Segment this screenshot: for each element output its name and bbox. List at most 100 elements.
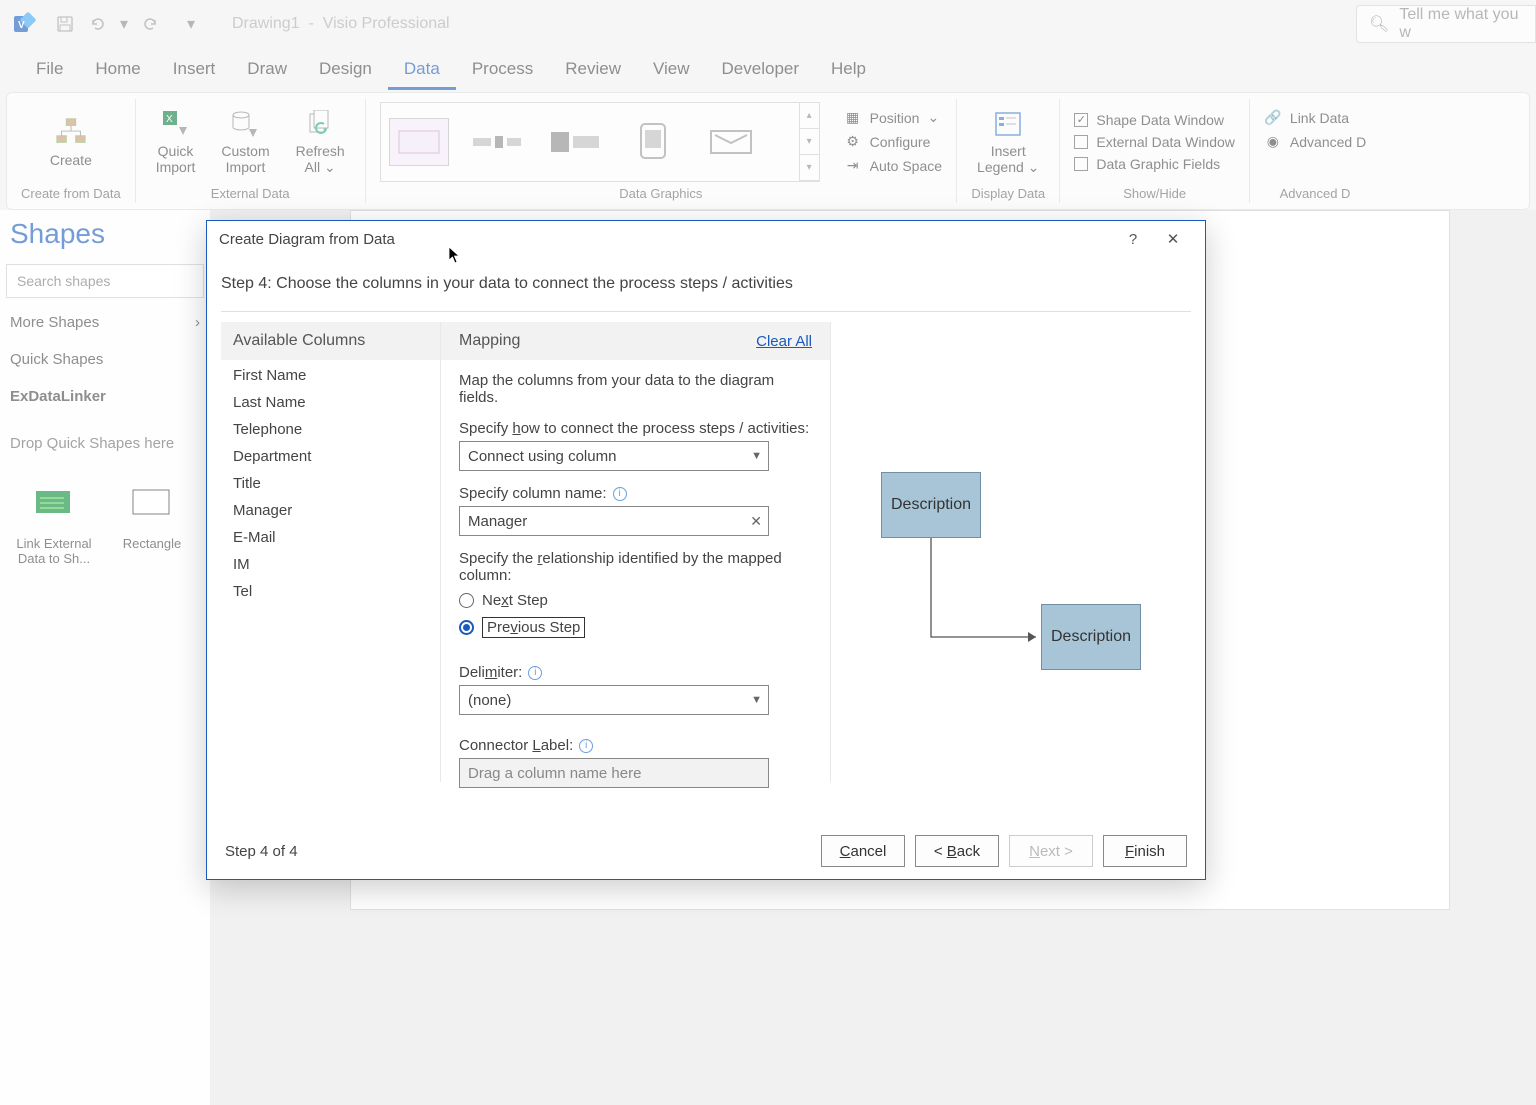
gallery-scrollbar[interactable]: ▴▾▾ (799, 103, 819, 181)
refresh-all-button[interactable]: RefreshAll ⌄ (290, 104, 351, 179)
tab-developer[interactable]: Developer (706, 51, 816, 90)
shape-link-external[interactable]: Link External Data to Sh... (10, 472, 98, 566)
more-shapes-link[interactable]: More Shapes› (0, 304, 210, 341)
column-tel[interactable]: Tel (221, 578, 440, 605)
tab-home[interactable]: Home (79, 51, 156, 90)
tab-insert[interactable]: Insert (157, 51, 232, 90)
tab-draw[interactable]: Draw (231, 51, 303, 90)
quick-import-button[interactable]: X QuickImport (150, 104, 202, 179)
specify-column-label: Specify column name:i (459, 485, 812, 502)
column-email[interactable]: E-Mail (221, 524, 440, 551)
gallery-item-none[interactable] (389, 118, 449, 166)
column-name-field[interactable]: Manager✕ (459, 506, 769, 536)
advanced-data-button[interactable]: ◉Advanced D (1264, 133, 1366, 151)
connect-method-combo[interactable]: Connect using column▼ (459, 441, 769, 471)
save-icon[interactable] (56, 15, 74, 33)
shape-rectangle[interactable]: Rectangle (108, 472, 196, 566)
create-diagram-dialog: Create Diagram from Data ? ✕ Step 4: Cho… (206, 220, 1206, 880)
data-graphics-gallery[interactable]: ▴▾▾ (380, 102, 820, 182)
shape-data-window-checkbox[interactable]: ✓Shape Data Window (1074, 112, 1235, 128)
column-telephone[interactable]: Telephone (221, 416, 440, 443)
specify-relationship-label: Specify the relationship identified by t… (459, 550, 812, 584)
group-external-data: External Data (211, 184, 290, 203)
chevron-down-icon: ▼ (751, 694, 762, 706)
group-show-hide: Show/Hide (1123, 184, 1186, 203)
column-department[interactable]: Department (221, 443, 440, 470)
position-button[interactable]: ▦Position ⌄ (844, 109, 942, 127)
tab-design[interactable]: Design (303, 51, 388, 90)
configure-button[interactable]: ⚙Configure (844, 133, 942, 151)
tab-help[interactable]: Help (815, 51, 882, 90)
delimiter-combo[interactable]: (none)▼ (459, 685, 769, 715)
step-indicator: Step 4 of 4 (225, 843, 298, 860)
exdatalinker-stencil[interactable]: ExDataLinker (0, 378, 210, 415)
tab-review[interactable]: Review (549, 51, 637, 90)
checkbox-checked-icon: ✓ (1074, 113, 1088, 127)
quick-access-toolbar: ▾ ▾ (56, 15, 200, 33)
mapping-header: Mapping (459, 332, 520, 350)
data-graphic-fields-checkbox[interactable]: Data Graphic Fields (1074, 156, 1235, 172)
ribbon-content: Create Create from Data X QuickImport Cu… (6, 92, 1530, 210)
column-last-name[interactable]: Last Name (221, 389, 440, 416)
svg-text:X: X (166, 114, 173, 125)
legend-icon (992, 108, 1024, 140)
gallery-item-5[interactable] (701, 118, 761, 166)
auto-space-icon: ⇥ (844, 157, 862, 175)
quick-shapes-link[interactable]: Quick Shapes (0, 341, 210, 378)
preview-connector (831, 322, 1191, 722)
radio-unchecked-icon (459, 593, 474, 608)
clear-icon[interactable]: ✕ (750, 513, 762, 530)
chevron-down-icon: ▼ (751, 450, 762, 462)
preview-pane: Description Description (831, 322, 1191, 782)
next-step-radio[interactable]: Next Step (459, 592, 812, 609)
undo-icon[interactable] (88, 15, 106, 33)
column-first-name[interactable]: First Name (221, 362, 440, 389)
custom-import-button[interactable]: CustomImport (215, 104, 275, 179)
tab-view[interactable]: View (637, 51, 706, 90)
group-create-from-data: Create from Data (21, 184, 121, 203)
info-icon[interactable]: i (613, 487, 627, 501)
checkbox-icon (1074, 157, 1088, 171)
previous-step-radio[interactable]: Previous Step (459, 617, 812, 638)
info-icon[interactable]: i (528, 666, 542, 680)
cancel-button[interactable]: Cancel (821, 835, 905, 867)
close-button[interactable]: ✕ (1153, 230, 1193, 248)
link-data-button[interactable]: 🔗Link Data (1264, 109, 1366, 127)
redo-icon[interactable] (142, 15, 160, 33)
connector-label-dropzone[interactable]: Drag a column name here (459, 758, 769, 788)
insert-legend-button[interactable]: InsertLegend ⌄ (971, 104, 1045, 179)
shapes-search-input[interactable] (6, 264, 204, 298)
next-button: Next > (1009, 835, 1093, 867)
document-title: Drawing1 - Visio Professional (232, 15, 450, 33)
create-button[interactable]: Create (44, 112, 98, 172)
info-icon[interactable]: i (579, 739, 593, 753)
refresh-icon (304, 108, 336, 140)
tell-me-search[interactable]: 🔍︎ Tell me what you w (1356, 5, 1536, 43)
tab-file[interactable]: File (20, 51, 79, 90)
back-button[interactable]: < Back (915, 835, 999, 867)
clear-all-link[interactable]: Clear All (756, 333, 812, 350)
qat-customize-icon[interactable]: ▾ (182, 15, 200, 33)
quick-import-icon: X (160, 108, 192, 140)
gallery-item-2[interactable] (467, 118, 527, 166)
gallery-item-4[interactable] (623, 118, 683, 166)
search-icon: 🔍︎ (1369, 14, 1389, 34)
column-title[interactable]: Title (221, 470, 440, 497)
gallery-item-3[interactable] (545, 118, 605, 166)
finish-button[interactable]: Finish (1103, 835, 1187, 867)
visio-app-icon: V (12, 12, 36, 36)
delimiter-label: Delimiter:i (459, 664, 812, 681)
help-button[interactable]: ? (1113, 231, 1153, 248)
tab-process[interactable]: Process (456, 51, 549, 90)
column-im[interactable]: IM (221, 551, 440, 578)
gear-icon: ⚙ (844, 133, 862, 151)
group-display-data: Display Data (971, 184, 1045, 203)
group-advanced: Advanced D (1280, 184, 1351, 203)
tab-data[interactable]: Data (388, 51, 456, 90)
title-bar: V ▾ ▾ Drawing1 - Visio Professional 🔍︎ T… (0, 0, 1536, 48)
checkbox-icon (1074, 135, 1088, 149)
external-data-window-checkbox[interactable]: External Data Window (1074, 134, 1235, 150)
column-manager[interactable]: Manager (221, 497, 440, 524)
auto-space-button[interactable]: ⇥Auto Space (844, 157, 942, 175)
undo-dropdown-icon[interactable]: ▾ (120, 15, 128, 33)
